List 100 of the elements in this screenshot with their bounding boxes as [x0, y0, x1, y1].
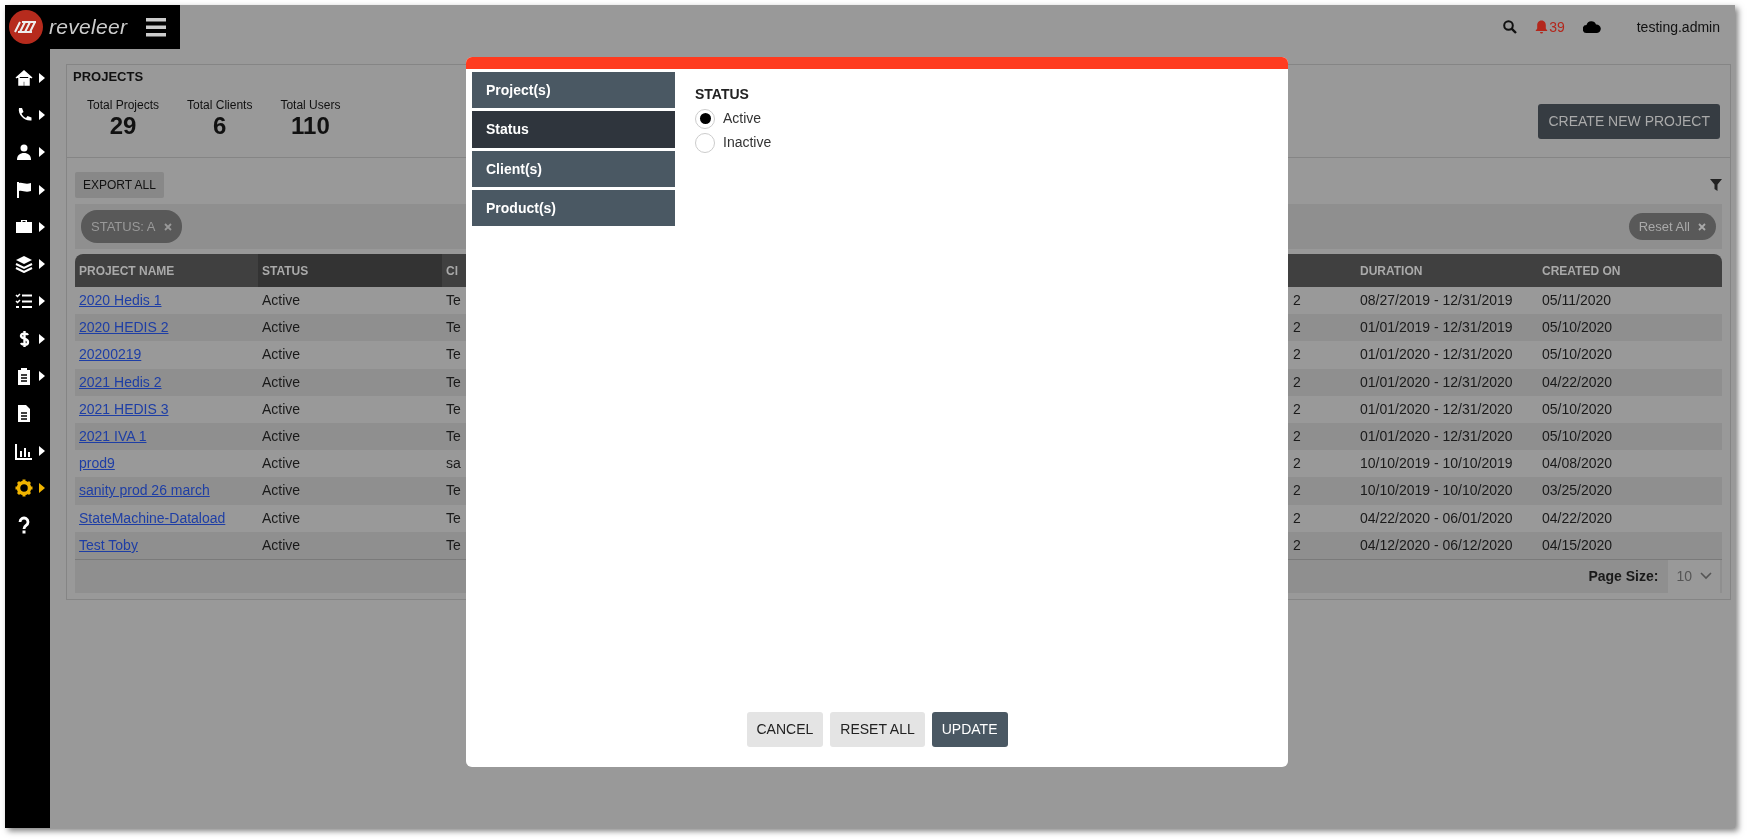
table-cell: Te: [446, 509, 461, 526]
close-icon: [1698, 222, 1706, 231]
column-header: STATUS: [262, 262, 309, 280]
table-cell: 10/10/2019 - 10/10/2020: [1360, 482, 1513, 499]
table-cell: Active: [262, 373, 301, 390]
table-cell: 2: [1293, 346, 1301, 363]
modal-button[interactable]: RESET ALL: [830, 712, 925, 747]
reset-all-button[interactable]: Reset All: [1628, 212, 1716, 241]
table-cell: 2: [1293, 292, 1301, 309]
checklist-icon[interactable]: [15, 292, 33, 311]
table-cell: Active: [262, 292, 301, 309]
table-cell: sa: [446, 455, 461, 472]
project-link[interactable]: 2020 Hedis 1: [79, 292, 162, 309]
home-icon[interactable]: [15, 68, 33, 87]
table-cell: 05/10/2020: [1542, 319, 1613, 336]
page-size-label: Page Size:: [1588, 566, 1659, 586]
table-cell: 04/22/2020: [1542, 373, 1613, 390]
table-cell: 01/01/2019 - 12/31/2019: [1360, 319, 1513, 336]
table-cell: Te: [446, 319, 461, 336]
update-button[interactable]: UPDATE: [931, 712, 1008, 747]
project-link[interactable]: Test Toby: [79, 536, 138, 553]
notification-count: 39: [1549, 17, 1565, 37]
table-cell: 10/10/2019 - 10/10/2019: [1360, 455, 1513, 472]
table-cell: 08/27/2019 - 12/31/2019: [1360, 292, 1513, 309]
table-cell: 04/22/2020 - 06/01/2020: [1360, 509, 1513, 526]
table-cell: Active: [262, 400, 301, 417]
table-cell: 04/22/2020: [1542, 509, 1613, 526]
filter-icon[interactable]: [1710, 179, 1722, 191]
table-cell: Active: [262, 536, 301, 553]
briefcase-icon[interactable]: [15, 217, 33, 236]
column-header: Cl: [446, 262, 458, 280]
bar-chart-icon[interactable]: [15, 441, 33, 460]
notification-button[interactable]: 39: [1535, 16, 1565, 38]
create-project-button[interactable]: CREATE NEW PROJECT: [1538, 104, 1720, 139]
table-cell: Active: [262, 346, 301, 363]
table-cell: 01/01/2020 - 12/31/2020: [1360, 428, 1513, 445]
table-cell: Te: [446, 292, 461, 309]
settings-icon[interactable]: [15, 478, 33, 497]
stat-value: 6: [212, 113, 228, 138]
table-cell: Active: [262, 455, 301, 472]
table-cell: 2: [1293, 428, 1301, 445]
filter-tab[interactable]: Status: [472, 111, 675, 148]
table-cell: Te: [446, 346, 461, 363]
table-cell: 2: [1293, 482, 1301, 499]
project-link[interactable]: 2020 HEDIS 2: [79, 319, 169, 336]
table-cell: Active: [262, 319, 301, 336]
option-label: Active: [723, 109, 762, 128]
table-cell: 2: [1293, 400, 1301, 417]
table-cell: Te: [446, 482, 461, 499]
project-link[interactable]: prod9: [79, 455, 115, 472]
table-cell: 05/10/2020: [1542, 400, 1613, 417]
search-icon[interactable]: [1503, 20, 1518, 34]
project-link[interactable]: sanity prod 26 march: [79, 482, 210, 499]
table-cell: 05/10/2020: [1542, 346, 1613, 363]
clipboard-icon[interactable]: [15, 367, 33, 385]
menu-icon[interactable]: [145, 17, 168, 37]
table-cell: Te: [446, 373, 461, 390]
table-cell: 04/12/2020 - 06/12/2020: [1360, 536, 1513, 553]
close-icon[interactable]: [163, 222, 172, 231]
table-cell: 04/08/2020: [1542, 455, 1613, 472]
cloud-icon[interactable]: [1582, 21, 1601, 33]
table-cell: Te: [446, 536, 461, 553]
filter-tab[interactable]: Client(s): [472, 151, 675, 187]
table-cell: Te: [446, 428, 461, 445]
project-link[interactable]: 20200219: [79, 346, 142, 363]
layers-icon[interactable]: [15, 255, 33, 274]
column-header: DURATION: [1360, 262, 1423, 280]
project-link[interactable]: 2021 IVA 1: [79, 428, 147, 445]
table-cell: 01/01/2020 - 12/31/2020: [1360, 346, 1513, 363]
table-cell: Active: [262, 509, 301, 526]
filter-chip[interactable]: STATUS: A: [81, 209, 182, 244]
table-cell: Active: [262, 482, 301, 499]
table-cell: 05/10/2020: [1542, 428, 1613, 445]
username[interactable]: testing.admin: [1636, 16, 1720, 38]
project-link[interactable]: 2021 HEDIS 3: [79, 400, 169, 417]
document-icon[interactable]: [15, 404, 33, 423]
logo-icon: [9, 10, 43, 44]
table-cell: 2: [1293, 509, 1301, 526]
stat-label: Total Projects: [87, 96, 160, 114]
table-cell: 05/11/2020: [1542, 292, 1612, 309]
filter-tab[interactable]: Project(s): [472, 72, 675, 108]
table-cell: Active: [262, 428, 301, 445]
table-cell: 04/15/2020: [1542, 536, 1613, 553]
page-size-select[interactable]: 10: [1668, 559, 1720, 593]
stat-value: 29: [108, 113, 137, 138]
table-cell: 2: [1293, 319, 1301, 336]
column-header: CREATED ON: [1542, 262, 1621, 280]
flag-icon[interactable]: [15, 180, 33, 199]
filter-tab[interactable]: Product(s): [472, 190, 675, 226]
section-title: STATUS: [695, 85, 750, 104]
table-cell: 01/01/2020 - 12/31/2020: [1360, 373, 1513, 390]
option-label: Inactive: [723, 133, 772, 152]
project-link[interactable]: 2021 Hedis 2: [79, 373, 162, 390]
table-cell: 03/25/2020: [1542, 482, 1613, 499]
column-header: PROJECT NAME: [79, 262, 175, 280]
export-button[interactable]: EXPORT ALL: [75, 172, 164, 198]
project-link[interactable]: StateMachine-Dataload: [79, 509, 226, 526]
section-title: PROJECTS: [73, 68, 145, 86]
user-icon[interactable]: [15, 143, 33, 162]
modal-button[interactable]: CANCEL: [746, 712, 824, 747]
